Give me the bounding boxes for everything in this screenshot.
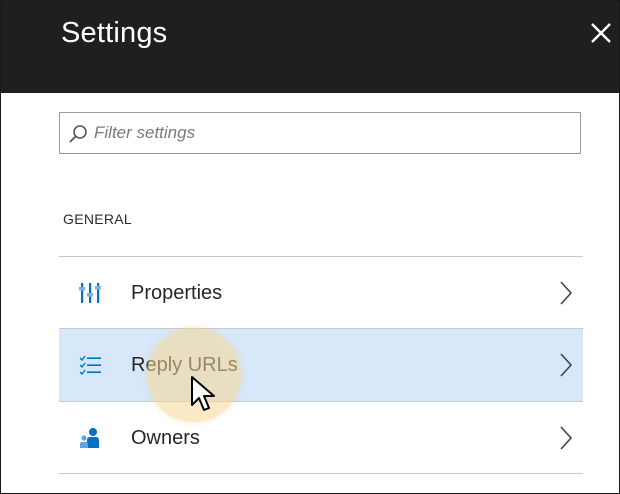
menu-item-label: Properties (131, 282, 223, 304)
chevron-right-icon (560, 426, 573, 450)
panel-title: Settings (61, 17, 168, 49)
section-heading-general: GENERAL (63, 211, 133, 227)
reply-urls-icon (79, 355, 101, 375)
menu-item-properties[interactable]: Properties (59, 257, 583, 329)
properties-icon (79, 283, 101, 303)
filter-settings-input[interactable] (90, 113, 578, 153)
search-icon (69, 125, 87, 143)
menu-item-reply-urls[interactable]: Reply URLs (59, 329, 583, 401)
owners-icon (80, 428, 99, 448)
settings-panel: Settings GENERAL Properties (0, 0, 620, 494)
panel-header: Settings (1, 1, 619, 93)
chevron-right-icon (560, 353, 573, 377)
menu-item-owners[interactable]: Owners (59, 402, 583, 474)
close-button[interactable] (587, 15, 615, 49)
filter-settings-box[interactable] (59, 112, 581, 154)
chevron-right-icon (560, 281, 573, 305)
divider (59, 473, 583, 474)
menu-item-label: Reply URLs (131, 354, 238, 376)
menu-item-label: Owners (131, 427, 200, 449)
close-icon (591, 23, 611, 43)
